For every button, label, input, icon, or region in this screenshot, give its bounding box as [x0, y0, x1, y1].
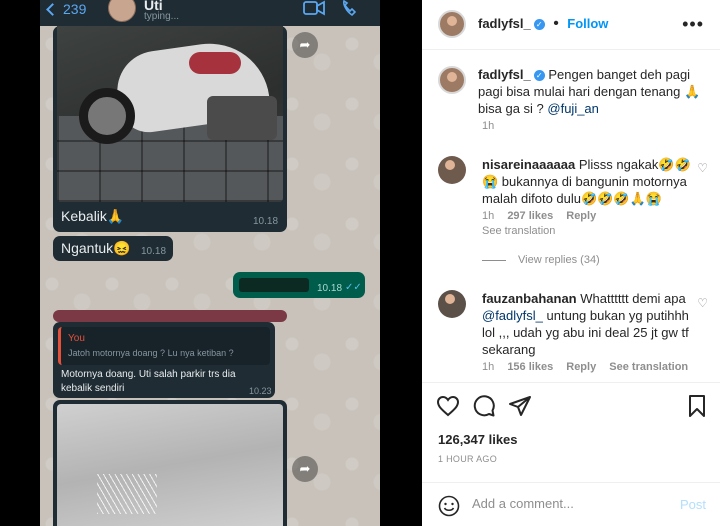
message-time: 10.18 — [141, 246, 167, 257]
post-media[interactable]: 239 Uti typing... Kebalik🙏 10.18 ➦ Ngant… — [0, 0, 422, 526]
comment-2-meta: 1h 156 likes Reply See translation — [482, 361, 688, 373]
message-time: 10.18 — [317, 283, 343, 294]
back-count: 239 — [63, 1, 87, 17]
caption-avatar[interactable] — [438, 66, 466, 94]
comment-age: 1h — [482, 210, 495, 222]
commenter-avatar[interactable] — [438, 156, 466, 184]
comment-username[interactable]: nisareinaaaaaa — [482, 157, 575, 172]
separator-dot: • — [553, 15, 559, 32]
comment-reply-button[interactable]: Reply — [566, 210, 596, 222]
author-avatar[interactable] — [438, 10, 466, 38]
read-receipt-icon: ✓✓ — [345, 282, 362, 293]
comment-username[interactable]: fauzanbahanan — [482, 291, 577, 306]
scratch-photo — [57, 404, 283, 526]
comment-1-meta: 1h 297 likes Reply — [482, 210, 596, 222]
chat-header: 239 Uti typing... — [40, 0, 380, 26]
contact-avatar — [108, 0, 136, 22]
post-caption: fadlyfsl_ ✓ Pengen banget deh pagi pagi b… — [478, 66, 708, 117]
quote-author: You — [68, 333, 85, 344]
forward-icon: ➦ — [292, 32, 318, 58]
photo-message-1: Kebalik🙏 10.18 — [53, 26, 287, 232]
follow-button[interactable]: Follow — [567, 16, 608, 31]
share-icon[interactable] — [508, 394, 532, 418]
verified-icon: ✓ — [533, 19, 545, 30]
post-comment-button[interactable]: Post — [680, 497, 706, 512]
divider — [482, 259, 506, 261]
comment-like-icon[interactable]: ♡ — [697, 296, 708, 310]
message-ngantuk: Ngantuk😖 10.18 — [53, 236, 173, 261]
comment-age: 1h — [482, 361, 495, 373]
post-header: fadlyfsl_ ✓ • Follow ••• — [422, 0, 720, 50]
comment-1: nisareinaaaaaa Plisss ngakak🤣🤣😭 bukannya… — [482, 156, 694, 207]
comment-icon[interactable] — [472, 394, 496, 418]
contact-status: typing... — [144, 11, 180, 22]
redacted-text — [239, 278, 309, 292]
chat-screenshot: 239 Uti typing... Kebalik🙏 10.18 ➦ Ngant… — [40, 0, 380, 526]
comment-text: Whatttttt demi apa — [580, 291, 686, 306]
post-panel: fadlyfsl_ ✓ • Follow ••• fadlyfsl_ ✓ Penge… — [422, 0, 720, 526]
reply-text: Motornya doang. Uti salah parkir trs dia… — [61, 369, 236, 394]
see-translation-link[interactable]: See translation — [482, 225, 555, 237]
chevron-left-icon — [46, 3, 59, 16]
emoji-icon[interactable] — [438, 495, 460, 517]
photo-strip — [53, 310, 287, 322]
back-button: 239 — [46, 0, 87, 18]
photo-caption-1: Kebalik🙏 — [61, 208, 125, 224]
phone-call-icon — [343, 0, 357, 16]
comment-reply-button[interactable]: Reply — [566, 361, 596, 373]
message-time: 10.18 — [253, 216, 279, 227]
comment-likes[interactable]: 297 likes — [507, 210, 553, 222]
like-count[interactable]: 126,347 likes — [438, 432, 518, 447]
more-options-icon[interactable]: ••• — [682, 14, 704, 35]
caption-mention[interactable]: @fuji_an — [547, 101, 599, 116]
message-text: Ngantuk😖 — [61, 240, 131, 256]
add-comment-bar: Post — [422, 482, 720, 526]
caption-username[interactable]: fadlyfsl_ — [478, 67, 531, 82]
bookmark-icon[interactable] — [685, 394, 709, 418]
view-replies-button[interactable]: View replies (34) — [482, 254, 600, 266]
heart-icon[interactable] — [436, 394, 460, 418]
comment-mention[interactable]: @fadlyfsl_ — [482, 308, 543, 323]
view-replies-label: View replies (34) — [518, 254, 600, 266]
comment-2: fauzanbahanan Whatttttt demi apa @fadlyf… — [482, 290, 694, 358]
forward-icon: ➦ — [292, 456, 318, 482]
action-bar — [422, 382, 720, 428]
quoted-message: You Jatoh motornya doang ? Lu nya ketiba… — [58, 327, 270, 365]
photo-message-2 — [53, 400, 287, 526]
verified-icon: ✓ — [533, 70, 545, 81]
author-line: fadlyfsl_ ✓ • Follow — [478, 15, 608, 33]
commenter-avatar[interactable] — [438, 290, 466, 318]
add-comment-input[interactable] — [472, 496, 662, 511]
outgoing-message: 10.18 ✓✓ — [233, 272, 365, 298]
author-username[interactable]: fadlyfsl_ — [478, 16, 531, 31]
caption-age: 1h — [482, 120, 495, 132]
comment-like-icon[interactable]: ♡ — [697, 161, 708, 175]
see-translation-link[interactable]: See translation — [609, 361, 688, 373]
quote-text: Jatoh motornya doang ? Lu nya ketiban ? — [68, 348, 234, 358]
message-time: 10.23 — [249, 386, 272, 396]
reply-message: You Jatoh motornya doang ? Lu nya ketiba… — [53, 322, 275, 398]
motorcycle-photo — [57, 26, 283, 202]
video-call-icon — [303, 0, 325, 16]
comment-likes[interactable]: 156 likes — [507, 361, 553, 373]
screen: 239 Uti typing... Kebalik🙏 10.18 ➦ Ngant… — [0, 0, 720, 526]
post-timestamp: 1 HOUR AGO — [438, 454, 498, 464]
